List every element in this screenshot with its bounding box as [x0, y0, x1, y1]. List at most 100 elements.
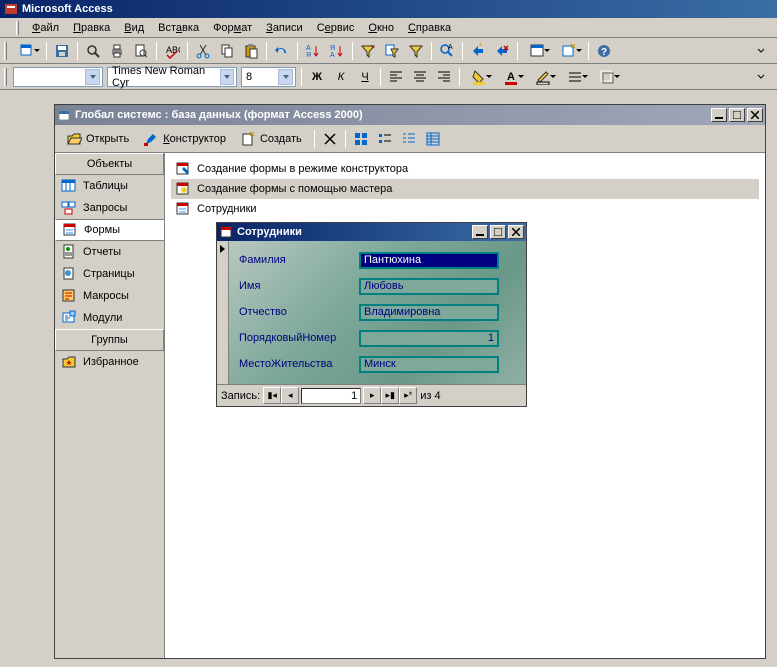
print-button[interactable]: [106, 40, 128, 62]
view-list-button[interactable]: [398, 128, 420, 150]
objects-queries[interactable]: Запросы: [55, 197, 164, 219]
fmt-handle[interactable]: [4, 68, 7, 86]
nav-last-button[interactable]: ▸▮: [381, 387, 399, 404]
italic-button[interactable]: К: [330, 66, 352, 88]
menu-file[interactable]: Файл: [25, 20, 66, 36]
sort-desc-button[interactable]: ЯА: [326, 40, 348, 62]
db-design-button[interactable]: Конструктор: [138, 128, 231, 150]
db-maximize-button[interactable]: [729, 108, 745, 122]
db-minimize-button[interactable]: [711, 108, 727, 122]
paste-button[interactable]: [240, 40, 262, 62]
menu-tools[interactable]: Сервис: [310, 20, 362, 36]
font-combo[interactable]: Times New Roman Cyr: [107, 67, 237, 87]
font-color-button[interactable]: A: [496, 66, 526, 88]
record-selector[interactable]: [217, 241, 229, 384]
view-small-icons-button[interactable]: [374, 128, 396, 150]
search-button[interactable]: [82, 40, 104, 62]
form-maximize-button[interactable]: [490, 225, 506, 239]
objects-header[interactable]: Объекты: [55, 153, 164, 175]
nav-new-button[interactable]: ▸*: [399, 387, 417, 404]
nav-current[interactable]: 1: [301, 388, 361, 404]
svg-text:A: A: [448, 44, 453, 51]
special-effect-button[interactable]: [592, 66, 622, 88]
field-ordinal[interactable]: 1: [359, 330, 499, 347]
menu-view[interactable]: Вид: [117, 20, 151, 36]
form-title: Сотрудники: [237, 226, 302, 238]
sort-asc-button[interactable]: АЯ: [302, 40, 324, 62]
form-body: ФамилияПантюхина ИмяЛюбовь ОтчествоВлади…: [217, 241, 526, 384]
db-delete-button[interactable]: [319, 128, 341, 150]
view-button[interactable]: [12, 40, 42, 62]
apply-filter-button[interactable]: [405, 40, 427, 62]
access-icon: [4, 2, 18, 16]
label-middlename: Отчество: [239, 306, 359, 318]
filter-selection-button[interactable]: [357, 40, 379, 62]
filter-form-button[interactable]: [381, 40, 403, 62]
objects-macros[interactable]: Макросы: [55, 285, 164, 307]
align-left-button[interactable]: [385, 66, 407, 88]
undo-button[interactable]: [271, 40, 293, 62]
new-record-button[interactable]: *: [467, 40, 489, 62]
copy-button[interactable]: [216, 40, 238, 62]
list-form-employees[interactable]: Сотрудники: [171, 199, 759, 219]
delete-record-button[interactable]: [491, 40, 513, 62]
size-combo[interactable]: 8: [241, 67, 296, 87]
find-button[interactable]: A: [436, 40, 458, 62]
toolbar-overflow[interactable]: [750, 40, 772, 62]
menubar-handle[interactable]: [16, 21, 19, 35]
spell-button[interactable]: ABC: [161, 40, 183, 62]
save-button[interactable]: [51, 40, 73, 62]
app-titlebar: Microsoft Access: [0, 0, 777, 18]
menu-records[interactable]: Записи: [259, 20, 310, 36]
objects-modules[interactable]: Модули: [55, 307, 164, 329]
list-create-wizard[interactable]: Создание формы с помощью мастера: [171, 179, 759, 199]
help-button[interactable]: ?: [593, 40, 615, 62]
view-details-button[interactable]: [422, 128, 444, 150]
line-width-button[interactable]: [560, 66, 590, 88]
objects-tables[interactable]: Таблицы: [55, 175, 164, 197]
db-new-button[interactable]: Создать: [235, 128, 307, 150]
view-large-icons-button[interactable]: [350, 128, 372, 150]
nav-next-button[interactable]: ▸: [363, 387, 381, 404]
preview-button[interactable]: [130, 40, 152, 62]
standard-toolbar: ABC АЯ ЯА A * ?: [0, 38, 777, 64]
field-residence[interactable]: Минск: [359, 356, 499, 373]
menu-help[interactable]: Справка: [401, 20, 458, 36]
align-center-button[interactable]: [409, 66, 431, 88]
form-minimize-button[interactable]: [472, 225, 488, 239]
app-title: Microsoft Access: [22, 3, 113, 15]
db-open-button[interactable]: Открыть: [61, 128, 134, 150]
form-titlebar[interactable]: Сотрудники: [217, 223, 526, 241]
fmt-overflow[interactable]: [750, 66, 772, 88]
menu-edit[interactable]: Правка: [66, 20, 117, 36]
db-close-button[interactable]: [747, 108, 763, 122]
bold-button[interactable]: Ж: [306, 66, 328, 88]
fill-color-button[interactable]: [464, 66, 494, 88]
db-window-button[interactable]: [522, 40, 552, 62]
menu-window[interactable]: Окно: [361, 20, 401, 36]
field-firstname[interactable]: Любовь: [359, 278, 499, 295]
align-right-button[interactable]: [433, 66, 455, 88]
label-residence: МестоЖительства: [239, 358, 359, 370]
object-combo[interactable]: [13, 67, 103, 87]
cut-button[interactable]: [192, 40, 214, 62]
new-object-button[interactable]: [554, 40, 584, 62]
nav-first-button[interactable]: ▮◂: [263, 387, 281, 404]
objects-pages[interactable]: Страницы: [55, 263, 164, 285]
nav-prev-button[interactable]: ◂: [281, 387, 299, 404]
formatting-toolbar: Times New Roman Cyr 8 Ж К Ч A: [0, 64, 777, 90]
objects-reports[interactable]: Отчеты: [55, 241, 164, 263]
groups-favorites[interactable]: Избранное: [55, 351, 164, 373]
list-create-design[interactable]: Создание формы в режиме конструктора: [171, 159, 759, 179]
underline-button[interactable]: Ч: [354, 66, 376, 88]
menu-insert[interactable]: Вставка: [151, 20, 206, 36]
line-color-button[interactable]: [528, 66, 558, 88]
toolbar-handle[interactable]: [4, 42, 7, 60]
form-close-button[interactable]: [508, 225, 524, 239]
field-middlename[interactable]: Владимировна: [359, 304, 499, 321]
groups-header[interactable]: Группы: [55, 329, 164, 351]
database-titlebar[interactable]: Глобал системс : база данных (формат Acc…: [55, 105, 765, 125]
objects-forms[interactable]: Формы: [55, 219, 164, 241]
field-lastname[interactable]: Пантюхина: [359, 252, 499, 269]
menu-format[interactable]: Формат: [206, 20, 259, 36]
